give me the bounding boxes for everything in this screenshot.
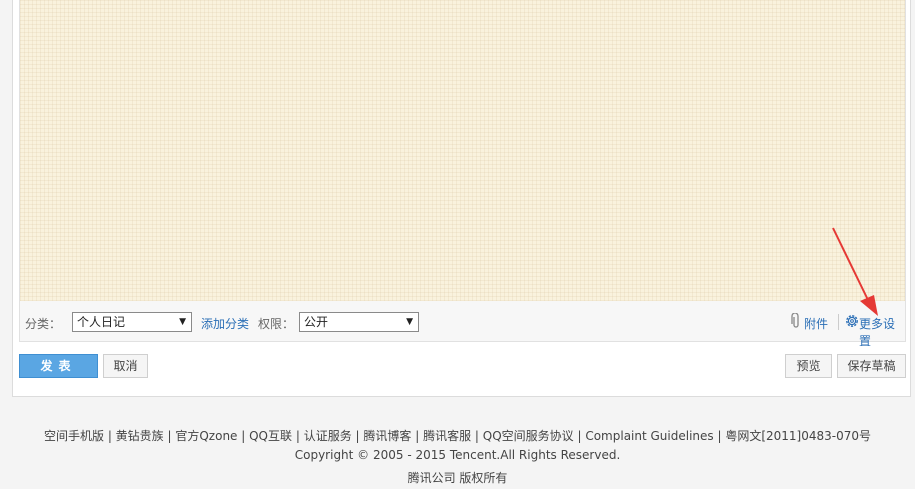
footer-company: 腾讯公司 版权所有 bbox=[407, 471, 508, 485]
footer-link[interactable]: Complaint Guidelines bbox=[585, 429, 713, 443]
footer-link[interactable]: QQ互联 bbox=[249, 429, 292, 443]
footer-links: 空间手机版 | 黄钻贵族 | 官方Qzone | QQ互联 | 认证服务 | 腾… bbox=[43, 429, 872, 443]
footer-link[interactable]: 粤网文[2011]0483-070号 bbox=[725, 429, 871, 443]
footer-link[interactable]: 官方Qzone bbox=[175, 429, 237, 443]
footer-link[interactable]: 腾讯博客 bbox=[363, 429, 411, 443]
footer-link[interactable]: 认证服务 bbox=[304, 429, 352, 443]
footer-link[interactable]: 黄钻贵族 bbox=[116, 429, 164, 443]
annotation-arrow-icon bbox=[832, 227, 878, 316]
footer-copyright: Copyright © 2005 - 2015 Tencent.All Righ… bbox=[294, 448, 621, 462]
footer-link[interactable]: 空间手机版 bbox=[44, 429, 104, 443]
footer-link[interactable]: QQ空间服务协议 bbox=[483, 429, 574, 443]
footer-link[interactable]: 腾讯客服 bbox=[423, 429, 471, 443]
